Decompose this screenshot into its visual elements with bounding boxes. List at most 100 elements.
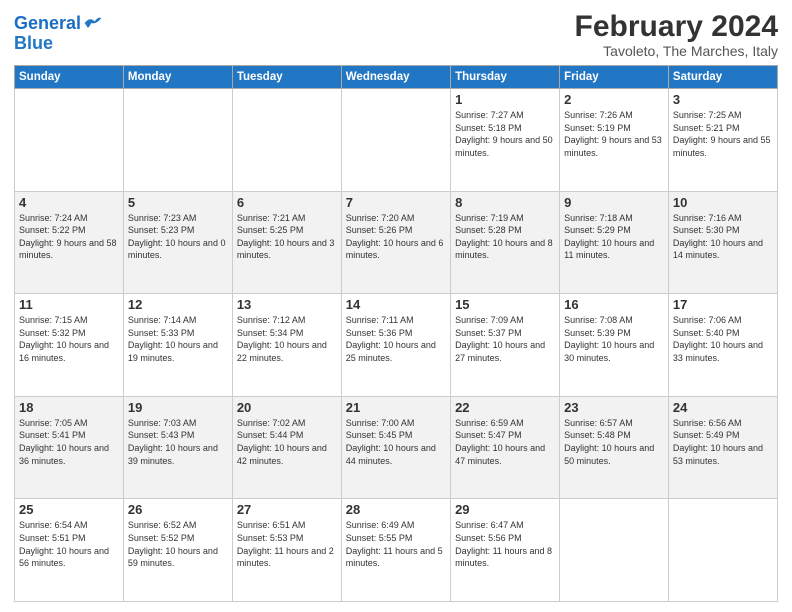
day-number: 27 xyxy=(237,502,337,517)
day-info: Sunrise: 7:26 AMSunset: 5:19 PMDaylight:… xyxy=(564,109,664,159)
day-info: Sunrise: 6:57 AMSunset: 5:48 PMDaylight:… xyxy=(564,417,664,467)
day-info: Sunrise: 7:18 AMSunset: 5:29 PMDaylight:… xyxy=(564,212,664,262)
day-number: 20 xyxy=(237,400,337,415)
day-info: Sunrise: 6:54 AMSunset: 5:51 PMDaylight:… xyxy=(19,519,119,569)
calendar-cell xyxy=(123,89,232,192)
day-info: Sunrise: 7:23 AMSunset: 5:23 PMDaylight:… xyxy=(128,212,228,262)
day-info: Sunrise: 7:05 AMSunset: 5:41 PMDaylight:… xyxy=(19,417,119,467)
calendar-cell: 22 Sunrise: 6:59 AMSunset: 5:47 PMDayligh… xyxy=(451,396,560,499)
day-number: 12 xyxy=(128,297,228,312)
weekday-header-friday: Friday xyxy=(560,66,669,89)
day-info: Sunrise: 7:16 AMSunset: 5:30 PMDaylight:… xyxy=(673,212,773,262)
day-info: Sunrise: 7:12 AMSunset: 5:34 PMDaylight:… xyxy=(237,314,337,364)
day-number: 9 xyxy=(564,195,664,210)
weekday-header-tuesday: Tuesday xyxy=(232,66,341,89)
calendar-cell: 5 Sunrise: 7:23 AMSunset: 5:23 PMDaylight… xyxy=(123,191,232,294)
day-number: 3 xyxy=(673,92,773,107)
day-info: Sunrise: 6:52 AMSunset: 5:52 PMDaylight:… xyxy=(128,519,228,569)
day-number: 16 xyxy=(564,297,664,312)
day-info: Sunrise: 7:06 AMSunset: 5:40 PMDaylight:… xyxy=(673,314,773,364)
calendar-cell: 17 Sunrise: 7:06 AMSunset: 5:40 PMDayligh… xyxy=(668,294,777,397)
day-info: Sunrise: 7:21 AMSunset: 5:25 PMDaylight:… xyxy=(237,212,337,262)
calendar-cell: 4 Sunrise: 7:24 AMSunset: 5:22 PMDaylight… xyxy=(15,191,124,294)
day-number: 15 xyxy=(455,297,555,312)
day-info: Sunrise: 7:20 AMSunset: 5:26 PMDaylight:… xyxy=(346,212,446,262)
calendar-cell: 14 Sunrise: 7:11 AMSunset: 5:36 PMDayligh… xyxy=(341,294,450,397)
calendar-cell: 12 Sunrise: 7:14 AMSunset: 5:33 PMDayligh… xyxy=(123,294,232,397)
day-info: Sunrise: 7:24 AMSunset: 5:22 PMDaylight:… xyxy=(19,212,119,262)
calendar-table: SundayMondayTuesdayWednesdayThursdayFrid… xyxy=(14,65,778,602)
day-number: 17 xyxy=(673,297,773,312)
day-number: 24 xyxy=(673,400,773,415)
day-info: Sunrise: 7:19 AMSunset: 5:28 PMDaylight:… xyxy=(455,212,555,262)
weekday-header-wednesday: Wednesday xyxy=(341,66,450,89)
day-info: Sunrise: 6:56 AMSunset: 5:49 PMDaylight:… xyxy=(673,417,773,467)
calendar-cell: 24 Sunrise: 6:56 AMSunset: 5:49 PMDayligh… xyxy=(668,396,777,499)
day-number: 2 xyxy=(564,92,664,107)
logo: General Blue xyxy=(14,14,103,54)
calendar-cell: 6 Sunrise: 7:21 AMSunset: 5:25 PMDaylight… xyxy=(232,191,341,294)
weekday-header-thursday: Thursday xyxy=(451,66,560,89)
subtitle: Tavoleto, The Marches, Italy xyxy=(575,43,778,59)
day-info: Sunrise: 7:27 AMSunset: 5:18 PMDaylight:… xyxy=(455,109,555,159)
day-number: 5 xyxy=(128,195,228,210)
calendar-cell: 26 Sunrise: 6:52 AMSunset: 5:52 PMDayligh… xyxy=(123,499,232,602)
day-info: Sunrise: 7:14 AMSunset: 5:33 PMDaylight:… xyxy=(128,314,228,364)
calendar-cell: 21 Sunrise: 7:00 AMSunset: 5:45 PMDayligh… xyxy=(341,396,450,499)
day-number: 4 xyxy=(19,195,119,210)
calendar-cell: 18Sunrise: 7:05 AMSunset: 5:41 PMDayligh… xyxy=(15,396,124,499)
day-number: 21 xyxy=(346,400,446,415)
header-row: General Blue February 2024 Tavoleto, The… xyxy=(14,10,778,59)
calendar-week-row: 4 Sunrise: 7:24 AMSunset: 5:22 PMDaylight… xyxy=(15,191,778,294)
calendar-cell: 20 Sunrise: 7:02 AMSunset: 5:44 PMDayligh… xyxy=(232,396,341,499)
day-number: 25 xyxy=(19,502,119,517)
logo-text-blue: Blue xyxy=(14,34,103,54)
calendar-cell: 13 Sunrise: 7:12 AMSunset: 5:34 PMDayligh… xyxy=(232,294,341,397)
calendar-cell: 10 Sunrise: 7:16 AMSunset: 5:30 PMDayligh… xyxy=(668,191,777,294)
calendar-week-row: 11Sunrise: 7:15 AMSunset: 5:32 PMDayligh… xyxy=(15,294,778,397)
calendar-cell: 8 Sunrise: 7:19 AMSunset: 5:28 PMDaylight… xyxy=(451,191,560,294)
day-number: 14 xyxy=(346,297,446,312)
day-info: Sunrise: 7:03 AMSunset: 5:43 PMDaylight:… xyxy=(128,417,228,467)
calendar-cell: 3 Sunrise: 7:25 AMSunset: 5:21 PMDaylight… xyxy=(668,89,777,192)
day-info: Sunrise: 7:00 AMSunset: 5:45 PMDaylight:… xyxy=(346,417,446,467)
day-number: 13 xyxy=(237,297,337,312)
calendar-cell: 9 Sunrise: 7:18 AMSunset: 5:29 PMDaylight… xyxy=(560,191,669,294)
day-number: 8 xyxy=(455,195,555,210)
day-number: 22 xyxy=(455,400,555,415)
calendar-week-row: 25 Sunrise: 6:54 AMSunset: 5:51 PMDayligh… xyxy=(15,499,778,602)
calendar-cell: 28Sunrise: 6:49 AMSunset: 5:55 PMDayligh… xyxy=(341,499,450,602)
day-info: Sunrise: 7:25 AMSunset: 5:21 PMDaylight:… xyxy=(673,109,773,159)
logo-bird-icon xyxy=(83,14,103,32)
day-info: Sunrise: 7:02 AMSunset: 5:44 PMDaylight:… xyxy=(237,417,337,467)
day-info: Sunrise: 7:09 AMSunset: 5:37 PMDaylight:… xyxy=(455,314,555,364)
logo-text: General xyxy=(14,14,81,34)
weekday-header-saturday: Saturday xyxy=(668,66,777,89)
main-title: February 2024 xyxy=(575,10,778,43)
day-info: Sunrise: 6:47 AMSunset: 5:56 PMDaylight:… xyxy=(455,519,555,569)
day-info: Sunrise: 6:59 AMSunset: 5:47 PMDaylight:… xyxy=(455,417,555,467)
day-number: 29 xyxy=(455,502,555,517)
calendar-cell: 15 Sunrise: 7:09 AMSunset: 5:37 PMDayligh… xyxy=(451,294,560,397)
day-number: 28 xyxy=(346,502,446,517)
calendar-cell: 1Sunrise: 7:27 AMSunset: 5:18 PMDaylight… xyxy=(451,89,560,192)
day-number: 26 xyxy=(128,502,228,517)
weekday-header-row: SundayMondayTuesdayWednesdayThursdayFrid… xyxy=(15,66,778,89)
calendar-cell: 2 Sunrise: 7:26 AMSunset: 5:19 PMDaylight… xyxy=(560,89,669,192)
calendar-cell: 25 Sunrise: 6:54 AMSunset: 5:51 PMDayligh… xyxy=(15,499,124,602)
day-number: 10 xyxy=(673,195,773,210)
day-info: Sunrise: 6:51 AMSunset: 5:53 PMDaylight:… xyxy=(237,519,337,569)
day-number: 6 xyxy=(237,195,337,210)
calendar-cell: 7 Sunrise: 7:20 AMSunset: 5:26 PMDaylight… xyxy=(341,191,450,294)
calendar-week-row: 1Sunrise: 7:27 AMSunset: 5:18 PMDaylight… xyxy=(15,89,778,192)
calendar-cell: 19 Sunrise: 7:03 AMSunset: 5:43 PMDayligh… xyxy=(123,396,232,499)
day-info: Sunrise: 7:11 AMSunset: 5:36 PMDaylight:… xyxy=(346,314,446,364)
calendar-week-row: 18Sunrise: 7:05 AMSunset: 5:41 PMDayligh… xyxy=(15,396,778,499)
calendar-cell: 11Sunrise: 7:15 AMSunset: 5:32 PMDayligh… xyxy=(15,294,124,397)
calendar-cell: 16Sunrise: 7:08 AMSunset: 5:39 PMDayligh… xyxy=(560,294,669,397)
calendar-cell xyxy=(668,499,777,602)
day-number: 19 xyxy=(128,400,228,415)
weekday-header-sunday: Sunday xyxy=(15,66,124,89)
calendar-cell: 29 Sunrise: 6:47 AMSunset: 5:56 PMDayligh… xyxy=(451,499,560,602)
day-number: 7 xyxy=(346,195,446,210)
